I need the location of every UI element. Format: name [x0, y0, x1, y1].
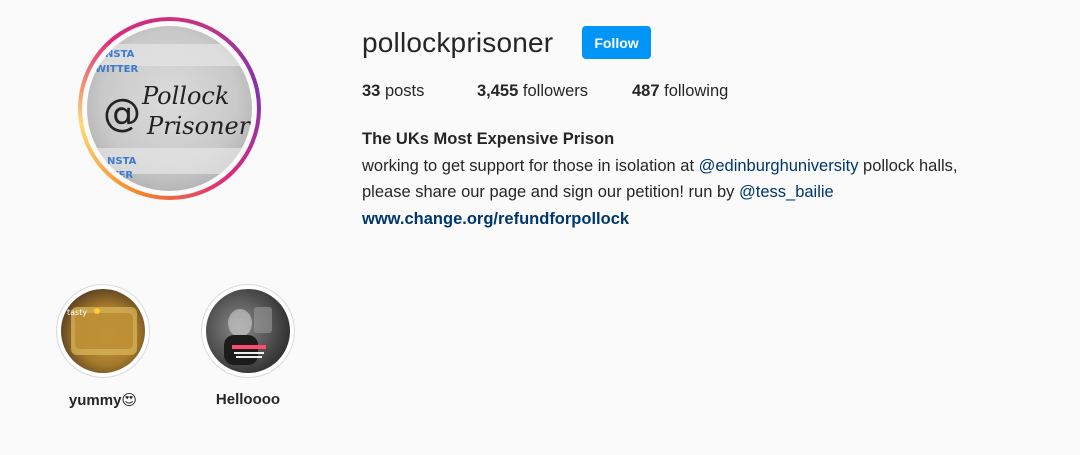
highlight-ring: tasty — [56, 284, 150, 378]
highlight-ring — [201, 284, 295, 378]
bio-line-1-text: working to get support for those in isol… — [362, 157, 699, 175]
profile-username: pollockprisoner — [362, 27, 553, 59]
mention-tess-bailie[interactable]: @tess_bailie — [739, 183, 834, 201]
bio-line-1-tail: pollock halls, — [858, 157, 957, 175]
profile-stats: 33 posts 3,455 followers 487 following — [362, 82, 772, 101]
following-count: 487 — [632, 82, 660, 100]
highlight-label: Helloooo — [200, 391, 296, 408]
stat-followers[interactable]: 3,455 followers — [477, 82, 588, 101]
profile-bio: The UKs Most Expensive Prison working to… — [362, 126, 1062, 232]
avatar-text-line1: Pollock — [141, 82, 229, 110]
bio-name: The UKs Most Expensive Prison — [362, 126, 1062, 153]
profile-avatar-ring[interactable]: NSTA WITTER @ Pollock Prisoner NSTA ITTE… — [78, 17, 261, 200]
bio-line-2: please share our page and sign our petit… — [362, 179, 1062, 206]
bio-line-1: working to get support for those in isol… — [362, 153, 1062, 180]
avatar-text-bottom-2: ITTER — [101, 170, 133, 181]
bio-line-2-text: please share our page and sign our petit… — [362, 183, 739, 201]
stat-following[interactable]: 487 following — [632, 82, 728, 101]
story-highlight-helloooo[interactable]: Helloooo — [200, 284, 296, 408]
avatar-handwritten-sign: NSTA WITTER @ Pollock Prisoner NSTA ITTE… — [87, 26, 252, 191]
followers-label: followers — [523, 82, 588, 100]
follow-button[interactable]: Follow — [582, 26, 651, 59]
avatar-text-line2: Prisoner — [146, 112, 252, 140]
story-highlight-yummy[interactable]: tasty yummy😍 — [55, 284, 151, 409]
avatar-text-top-2: WITTER — [95, 64, 138, 75]
bio-external-link[interactable]: www.change.org/refundforpollock — [362, 206, 1062, 233]
stat-posts: 33 posts — [362, 82, 433, 101]
highlight-cover-food: tasty — [61, 289, 145, 373]
mention-edinburghuniversity[interactable]: @edinburghuniversity — [699, 157, 859, 175]
following-label: following — [664, 82, 728, 100]
avatar-text-top-1: NSTA — [105, 49, 135, 60]
avatar-text-at: @ — [103, 91, 141, 135]
posts-label: posts — [385, 82, 424, 100]
highlight-cover-selfie — [206, 289, 290, 373]
highlight-caption: tasty — [67, 308, 87, 317]
avatar[interactable]: NSTA WITTER @ Pollock Prisoner NSTA ITTE… — [87, 26, 252, 191]
followers-count: 3,455 — [477, 82, 518, 100]
food-image-icon: tasty — [61, 289, 145, 373]
posts-count: 33 — [362, 82, 380, 100]
avatar-text-bottom-1: NSTA — [107, 156, 137, 167]
highlight-label: yummy😍 — [55, 391, 151, 409]
avatar-gap: NSTA WITTER @ Pollock Prisoner NSTA ITTE… — [82, 21, 257, 196]
selfie-image-icon — [206, 289, 290, 373]
